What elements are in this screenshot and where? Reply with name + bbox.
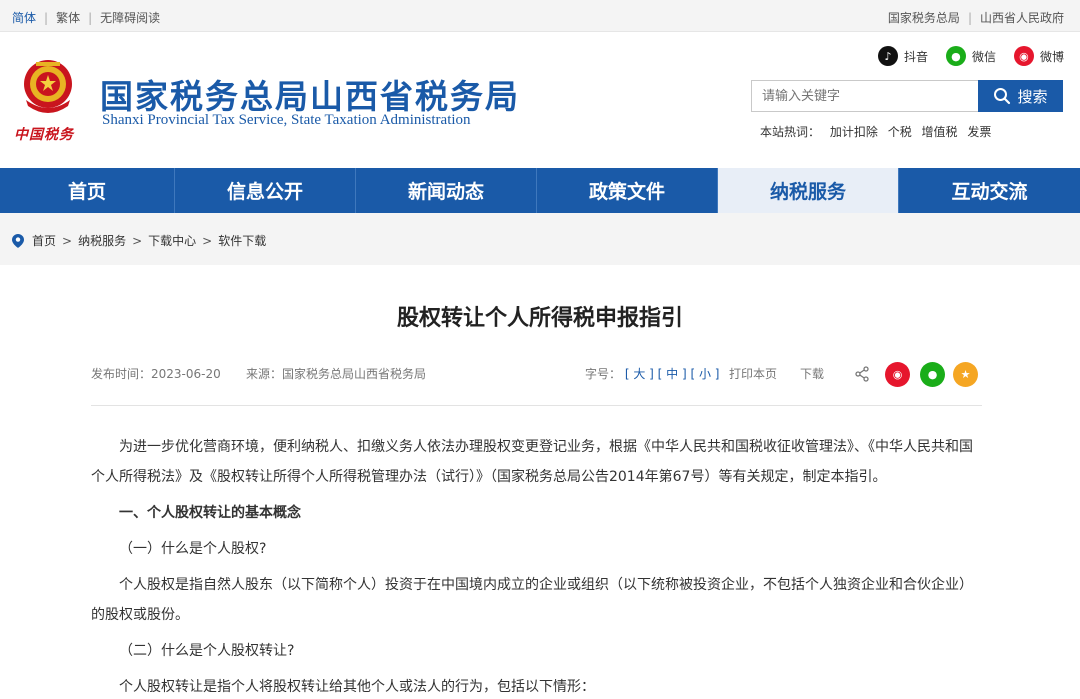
article-body: 为进一步优化营商环境，便利纳税人、扣缴义务人依法办理股权变更登记业务，根据《中华… <box>91 432 981 699</box>
breadcrumb-tax-service[interactable]: 纳税服务 <box>78 232 126 249</box>
breadcrumb-separator: > <box>132 233 143 248</box>
hot-word[interactable]: 增值税 <box>922 125 958 139</box>
breadcrumb: 首页 > 纳税服务 > 下载中心 > 软件下载 <box>12 232 266 249</box>
separator: | <box>967 10 972 25</box>
font-size-label: 字号： <box>585 367 622 381</box>
nav-interaction[interactable]: 互动交流 <box>899 168 1080 213</box>
share-wechat-icon[interactable]: ● <box>920 362 945 387</box>
download-link[interactable]: 下载 <box>800 365 824 382</box>
nav-info-disclosure[interactable]: 信息公开 <box>175 168 356 213</box>
language-links: 简体 | 繁体 | 无障碍阅读 <box>12 9 160 26</box>
hot-words: 本站热词： 加计扣除 个税 增值税 发票 <box>760 123 991 140</box>
article-source: 来源：国家税务总局山西省税务局 <box>246 367 427 381</box>
nav-policy[interactable]: 政策文件 <box>537 168 718 213</box>
accessibility-link[interactable]: 无障碍阅读 <box>100 9 160 26</box>
social-links: ♪ 抖音 ● 微信 ◉ 微博 <box>860 46 1064 66</box>
breadcrumb-bar: 首页 > 纳税服务 > 下载中心 > 软件下载 <box>0 213 1080 265</box>
wechat-icon: ● <box>945 46 966 66</box>
tax-emblem-logo[interactable] <box>14 54 82 122</box>
meta-divider <box>91 405 982 406</box>
breadcrumb-software-download[interactable]: 软件下载 <box>218 232 266 249</box>
font-size-small[interactable]: [ 小 ] <box>691 367 720 381</box>
article-meta: 发布时间：2023-06-20 来源：国家税务总局山西省税务局 字号： [ 大 … <box>91 362 981 388</box>
breadcrumb-separator: > <box>202 233 213 248</box>
search-box: 搜索 <box>751 80 1063 112</box>
nav-home[interactable]: 首页 <box>0 168 175 213</box>
separator: | <box>44 10 49 25</box>
social-label: 抖音 <box>903 49 928 64</box>
top-utility-bar: 简体 | 繁体 | 无障碍阅读 国家税务总局 | 山西省人民政府 <box>0 0 1080 32</box>
social-wechat[interactable]: ● 微信 <box>945 46 996 66</box>
section-heading: 一、个人股权转让的基本概念 <box>119 505 301 521</box>
breadcrumb-separator: > <box>62 233 73 248</box>
hot-word[interactable]: 个税 <box>888 125 912 139</box>
social-label: 微信 <box>971 49 996 64</box>
publish-date: 发布时间：2023-06-20 <box>91 367 221 381</box>
traditional-chinese-link[interactable]: 繁体 <box>56 9 80 26</box>
nav-news[interactable]: 新闻动态 <box>356 168 537 213</box>
hot-word[interactable]: 加计扣除 <box>830 125 878 139</box>
article-title: 股权转让个人所得税申报指引 <box>396 306 683 331</box>
nav-tax-service[interactable]: 纳税服务 <box>718 168 899 213</box>
weibo-icon: ◉ <box>1013 46 1034 66</box>
share-icon[interactable] <box>854 366 870 382</box>
sta-link[interactable]: 国家税务总局 <box>888 9 960 26</box>
share-weibo-icon[interactable]: ◉ <box>885 362 910 387</box>
site-header: 中国税务 国家税务总局山西省税务局 Shanxi Provincial Tax … <box>0 32 1080 168</box>
font-size-medium[interactable]: [ 中 ] <box>658 367 687 381</box>
paragraph: （二）什么是个人股权转让? <box>119 643 295 659</box>
paragraph: 个人股权转让是指个人将股权转让给其他个人或法人的行为，包括以下情形： <box>119 679 595 695</box>
shanxi-gov-link[interactable]: 山西省人民政府 <box>980 9 1064 26</box>
seal-text: 中国税务 <box>14 127 74 143</box>
search-icon <box>994 88 1011 105</box>
external-links: 国家税务总局 | 山西省人民政府 <box>888 9 1064 26</box>
site-subtitle: Shanxi Provincial Tax Service, State Tax… <box>102 112 471 128</box>
breadcrumb-download-center[interactable]: 下载中心 <box>148 232 196 249</box>
print-link[interactable]: 打印本页 <box>729 365 777 382</box>
social-weibo[interactable]: ◉ 微博 <box>1013 46 1064 66</box>
paragraph: 为进一步优化营商环境，便利纳税人、扣缴义务人依法办理股权变更登记业务，根据《中华… <box>91 439 973 485</box>
search-input[interactable] <box>751 80 978 112</box>
social-label: 微博 <box>1039 49 1064 64</box>
font-size-controls: 字号： [ 大 ] [ 中 ] [ 小 ] <box>585 365 720 382</box>
separator: | <box>88 10 93 25</box>
paragraph: 个人股权是指自然人股东（以下简称个人）投资于在中国境内成立的企业或组织（以下统称… <box>91 577 973 623</box>
douyin-icon: ♪ <box>877 46 898 66</box>
search-button[interactable]: 搜索 <box>978 80 1063 112</box>
breadcrumb-home[interactable]: 首页 <box>32 232 56 249</box>
simplified-chinese-link[interactable]: 简体 <box>12 9 36 26</box>
search-button-label: 搜索 <box>1017 87 1048 106</box>
hot-word[interactable]: 发票 <box>967 125 991 139</box>
social-douyin[interactable]: ♪ 抖音 <box>877 46 928 66</box>
hot-words-label: 本站热词： <box>760 125 821 139</box>
share-qzone-icon[interactable]: ★ <box>953 362 978 387</box>
paragraph: （一）什么是个人股权? <box>119 541 267 557</box>
main-nav: 首页 信息公开 新闻动态 政策文件 纳税服务 互动交流 <box>0 168 1080 213</box>
location-pin-icon <box>12 233 24 248</box>
font-size-large[interactable]: [ 大 ] <box>625 367 654 381</box>
site-title[interactable]: 国家税务总局山西省税务局 <box>100 70 520 118</box>
